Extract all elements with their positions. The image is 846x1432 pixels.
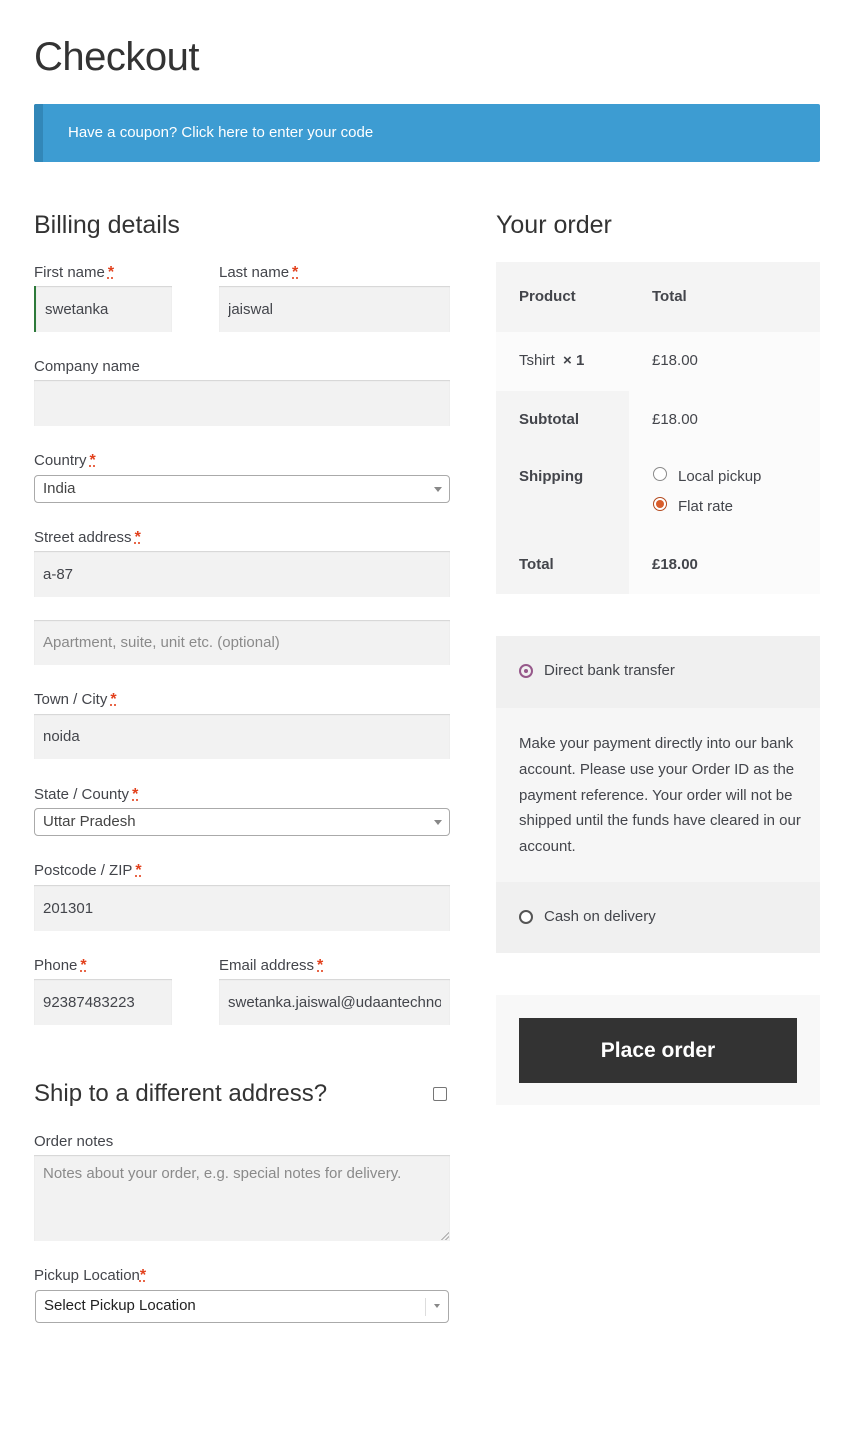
- dropdown-arrow-icon: [434, 1304, 440, 1308]
- city-input[interactable]: [34, 714, 450, 759]
- item-name: Tshirt × 1: [519, 352, 584, 369]
- total-value: £18.00: [652, 556, 698, 573]
- email-label: Email address: [219, 957, 315, 974]
- shipping-label: Shipping: [519, 468, 584, 485]
- required-mark: *: [139, 1267, 147, 1284]
- dropdown-arrow-icon: [434, 487, 442, 492]
- bank-transfer-label[interactable]: Direct bank transfer: [544, 662, 675, 679]
- street-input[interactable]: [34, 551, 450, 597]
- bank-transfer-radio[interactable]: [519, 664, 533, 678]
- item-total: £18.00: [652, 352, 698, 369]
- pickup-value: Select Pickup Location: [44, 1297, 196, 1314]
- city-label: Town / City: [34, 691, 108, 708]
- required-mark: *: [292, 264, 299, 281]
- your-order-heading: Your order: [496, 211, 612, 239]
- select-separator: [425, 1298, 426, 1316]
- place-order-button[interactable]: Place order: [519, 1018, 797, 1083]
- required-mark: *: [80, 957, 87, 974]
- ship-different-heading: Ship to a different address?: [34, 1080, 328, 1107]
- country-value: India: [43, 480, 76, 497]
- bank-transfer-description: Make your payment directly into our bank…: [519, 735, 801, 856]
- required-mark: *: [317, 957, 324, 974]
- last-name-input[interactable]: [219, 286, 450, 332]
- col-total-header: Total: [652, 288, 687, 305]
- cod-label[interactable]: Cash on delivery: [544, 908, 656, 925]
- flat-rate-label[interactable]: Flat rate: [678, 498, 733, 515]
- first-name-label: First name: [34, 264, 105, 281]
- state-select[interactable]: Uttar Pradesh: [34, 808, 450, 836]
- resize-handle-icon[interactable]: [441, 1232, 449, 1240]
- page-title: Checkout: [34, 35, 199, 79]
- required-mark: *: [89, 452, 96, 469]
- state-value: Uttar Pradesh: [43, 813, 136, 830]
- total-label: Total: [519, 556, 554, 573]
- ship-different-checkbox[interactable]: [433, 1087, 447, 1101]
- first-name-input[interactable]: [34, 286, 172, 332]
- street2-input[interactable]: [34, 620, 450, 665]
- street-label: Street address: [34, 529, 132, 546]
- required-mark: *: [110, 691, 117, 708]
- pickup-label: Pickup Location: [34, 1267, 140, 1284]
- subtotal-value: £18.00: [652, 411, 698, 428]
- order-notes-textarea[interactable]: [34, 1155, 450, 1241]
- company-input[interactable]: [34, 380, 450, 426]
- postcode-label: Postcode / ZIP: [34, 862, 133, 879]
- coupon-link[interactable]: Have a coupon? Click here to enter your …: [68, 104, 373, 162]
- country-select[interactable]: India: [34, 475, 450, 503]
- dropdown-arrow-icon: [434, 820, 442, 825]
- local-pickup-radio[interactable]: [653, 467, 667, 481]
- postcode-input[interactable]: [34, 885, 450, 931]
- state-label: State / County: [34, 786, 130, 803]
- cod-radio[interactable]: [519, 910, 533, 924]
- flat-rate-radio[interactable]: [653, 497, 667, 511]
- order-notes-label: Order notes: [34, 1133, 114, 1150]
- item-name-text: Tshirt: [519, 352, 555, 369]
- pickup-select[interactable]: Select Pickup Location: [35, 1290, 449, 1323]
- required-mark: *: [132, 786, 139, 803]
- billing-heading: Billing details: [34, 211, 180, 239]
- phone-input[interactable]: [34, 979, 172, 1025]
- required-mark: *: [107, 264, 115, 281]
- country-label: Country: [34, 452, 87, 469]
- notice-accent-bar: [34, 104, 43, 162]
- required-mark: *: [134, 529, 141, 546]
- item-qty: × 1: [563, 352, 585, 369]
- last-name-label: Last name: [219, 264, 290, 281]
- company-label: Company name: [34, 358, 140, 375]
- local-pickup-label[interactable]: Local pickup: [678, 468, 761, 485]
- phone-label: Phone: [34, 957, 78, 974]
- col-product-header: Product: [519, 288, 576, 305]
- email-input[interactable]: [219, 979, 450, 1025]
- required-mark: *: [135, 862, 142, 879]
- subtotal-label: Subtotal: [519, 411, 579, 428]
- coupon-notice[interactable]: Have a coupon? Click here to enter your …: [34, 104, 820, 162]
